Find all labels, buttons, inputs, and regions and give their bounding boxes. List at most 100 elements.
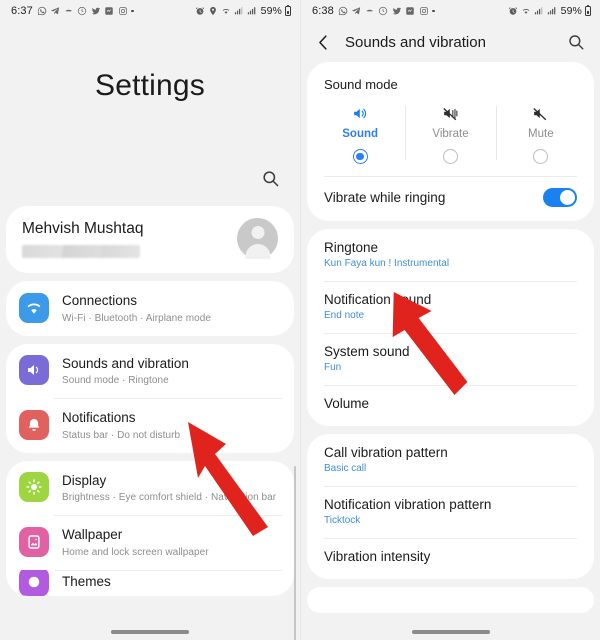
nav-handle-left: [111, 630, 189, 634]
sound-mode-option-mute[interactable]: Mute: [495, 102, 586, 164]
list-item-value: Basic call: [324, 463, 367, 474]
sound-mode-label: Sound: [342, 128, 379, 140]
alarm-icon: [508, 6, 518, 16]
radio-vibrate[interactable]: [442, 149, 458, 164]
profile-card[interactable]: Mehvish Mushtaq: [6, 206, 294, 273]
more-dot-icon: [131, 9, 134, 13]
page-title: Settings: [95, 69, 205, 102]
profile-row[interactable]: Mehvish Mushtaq: [6, 206, 294, 273]
app-bar: Sounds and vibration: [301, 22, 600, 62]
radio-sound[interactable]: [352, 149, 368, 164]
next-card-partial[interactable]: [307, 587, 594, 613]
wifi-icon: [521, 6, 531, 16]
sidebar-item-themes[interactable]: Themes: [6, 569, 294, 596]
vibrate-while-ringing-toggle[interactable]: [543, 188, 577, 207]
list-item-value: Kun Faya kun ! Instrumental: [324, 258, 450, 269]
status-system-icons: 59%: [195, 4, 291, 17]
speaker-mute-icon: [532, 102, 549, 122]
sound-options-card: Ringtone Kun Faya kun ! Instrumental Not…: [307, 229, 594, 426]
profile-email-redacted: [22, 244, 140, 258]
scrollbar-left[interactable]: [293, 466, 296, 640]
vibration-options-card: Call vibration pattern Basic call Notifi…: [307, 434, 594, 579]
radio-mute[interactable]: [533, 149, 549, 164]
facebook-messenger-icon: [104, 6, 114, 16]
whatsapp-icon: [338, 6, 348, 16]
list-item-title: Vibration intensity: [324, 549, 431, 564]
sidebar-item-subtitle: Wi-Fi · Bluetooth · Airplane mode: [62, 312, 211, 324]
sidebar-item-subtitle: Brightness · Eye comfort shield · Naviga…: [62, 492, 277, 503]
cellular-signal-icon: [247, 6, 257, 16]
right-status-bar: 6:38 59%: [301, 0, 600, 22]
status-notification-icons: [37, 6, 134, 16]
instagram-icon: [118, 6, 128, 16]
item-text: Connections Wi-Fi · Bluetooth · Airplane…: [62, 292, 211, 324]
settings-group-sounds-notifications: Sounds and vibration Sound mode · Ringto…: [6, 343, 294, 453]
list-item-title: Ringtone: [324, 240, 379, 255]
sound-mode-option-vibrate[interactable]: Vibrate: [405, 102, 495, 164]
speaker-icon: [19, 355, 49, 386]
wifi-icon: [221, 6, 231, 16]
search-icon[interactable]: [567, 33, 585, 51]
sidebar-item-connections[interactable]: Connections Wi-Fi · Bluetooth · Airplane…: [6, 281, 294, 336]
profile-text: Mehvish Mushtaq: [22, 220, 237, 258]
sound-mode-card: Sound mode Sound Vibrate Mute Vibrate wh…: [307, 62, 594, 221]
search-icon[interactable]: [261, 169, 280, 188]
bell-icon: [19, 409, 49, 440]
facebook-messenger-icon: [405, 6, 415, 16]
list-item-notification-sound[interactable]: Notification sound End note: [307, 281, 594, 333]
sidebar-item-subtitle: Status bar · Do not disturb: [62, 429, 181, 441]
clock-circle-icon: [378, 6, 388, 16]
nav-handle-right: [411, 630, 490, 634]
sound-mode-label: Mute: [528, 128, 554, 140]
battery-percent: 59%: [260, 5, 282, 17]
screenshot-root: 6:37 59% Settings Mehvish Mushtaq Connec…: [0, 0, 600, 640]
sidebar-item-notifications[interactable]: Notifications Status bar · Do not distur…: [6, 398, 294, 453]
list-item-title: Volume: [324, 396, 370, 411]
speaker-on-icon: [352, 102, 369, 122]
sidebar-item-label: Themes: [62, 574, 111, 589]
vibrate-while-ringing-row[interactable]: Vibrate while ringing: [307, 176, 594, 221]
avatar[interactable]: [237, 218, 278, 259]
list-item-notification-vibration-pattern[interactable]: Notification vibration pattern Ticktock: [307, 486, 594, 538]
list-item-vibration-intensity[interactable]: Vibration intensity: [307, 538, 594, 579]
sidebar-item-label: Wallpaper: [62, 527, 123, 542]
list-item-volume[interactable]: Volume: [307, 385, 594, 426]
telegram-icon: [50, 6, 60, 16]
status-clock: 6:37: [11, 5, 33, 17]
instagram-icon: [419, 6, 429, 16]
vibrate-icon: [442, 102, 459, 122]
settings-search-row: [0, 150, 300, 206]
battery-icon: [585, 4, 591, 16]
sound-mode-option-sound[interactable]: Sound: [315, 102, 405, 164]
item-text: Display Brightness · Eye comfort shield …: [62, 472, 276, 504]
brightness-icon: [19, 472, 49, 503]
list-item-title: Notification sound: [324, 292, 432, 307]
status-clock: 6:38: [312, 5, 334, 17]
cellular-signal-icon: [547, 6, 557, 16]
sidebar-item-sounds-and-vibration[interactable]: Sounds and vibration Sound mode · Ringto…: [6, 344, 294, 399]
left-status-bar: 6:37 59%: [0, 0, 300, 22]
app-bar-title: Sounds and vibration: [345, 33, 486, 51]
list-item-call-vibration-pattern[interactable]: Call vibration pattern Basic call: [307, 434, 594, 486]
sidebar-item-wallpaper[interactable]: Wallpaper Home and lock screen wallpaper: [6, 515, 294, 570]
clock-circle-icon: [77, 6, 87, 16]
section-title-sound-mode: Sound mode: [324, 77, 398, 92]
twitter-icon: [91, 6, 101, 16]
vibrate-while-ringing-label: Vibrate while ringing: [324, 190, 446, 205]
list-item-title: Call vibration pattern: [324, 445, 448, 460]
sounds-settings-list: Sound mode Sound Vibrate Mute Vibrate wh…: [301, 62, 600, 613]
list-item-system-sound[interactable]: System sound Fun: [307, 333, 594, 385]
settings-group-display: Display Brightness · Eye comfort shield …: [6, 460, 294, 596]
themes-icon: [19, 569, 49, 596]
status-notification-icons: [338, 6, 435, 16]
sidebar-item-display[interactable]: Display Brightness · Eye comfort shield …: [6, 461, 294, 516]
sim-signal-icon: [534, 6, 544, 16]
left-phone-screen: 6:37 59% Settings Mehvish Mushtaq Connec…: [0, 0, 300, 640]
list-item-ringtone[interactable]: Ringtone Kun Faya kun ! Instrumental: [307, 229, 594, 281]
back-chevron-icon[interactable]: [314, 33, 333, 52]
image-icon: [19, 526, 49, 557]
item-text: Themes: [62, 573, 111, 591]
sidebar-item-label: Connections: [62, 293, 138, 308]
sidebar-item-label: Display: [62, 472, 107, 488]
settings-title-area: Settings: [0, 22, 300, 150]
